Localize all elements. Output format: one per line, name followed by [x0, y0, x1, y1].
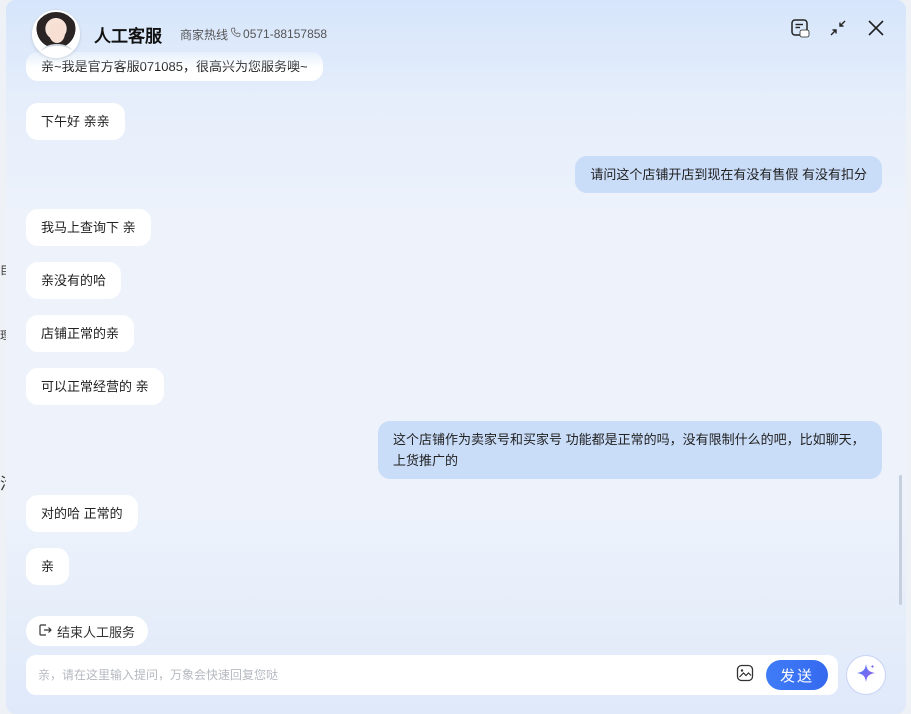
message-input[interactable] [26, 655, 734, 695]
agent-message: 店铺正常的亲 [26, 315, 135, 352]
chat-title: 人工客服 [94, 26, 162, 46]
end-service-button[interactable]: 结束人工服务 [26, 616, 149, 646]
hotline-number: 0571-88157858 [243, 27, 328, 41]
feedback-button[interactable] [790, 18, 810, 43]
agent-message: 我马上查询下 亲 [26, 209, 151, 246]
hotline-label: 商家热线 [180, 27, 229, 42]
minimize-button[interactable] [828, 20, 848, 40]
end-service-label: 结束人工服务 [57, 624, 136, 640]
send-button[interactable]: 发送 [766, 660, 828, 690]
sparkle-icon [855, 662, 877, 689]
message-list: 亲~我是官方客服071085，很高兴为您服务噢~ 下午好 亲亲 请问这个店铺开店… [6, 50, 906, 618]
close-button[interactable] [866, 19, 886, 42]
chat-header: 人工客服 商家热线 0571-88157858 [6, 0, 906, 68]
image-icon [736, 664, 754, 687]
minimize-icon [829, 19, 847, 42]
merchant-hotline: 商家热线 0571-88157858 [180, 26, 327, 43]
agent-message: 下午好 亲亲 [26, 103, 125, 140]
agent-message: 对的哈 正常的 [26, 495, 138, 532]
agent-message: 亲 [26, 548, 70, 585]
message-scrollbar[interactable] [899, 475, 902, 605]
feedback-icon [790, 18, 810, 43]
ai-assistant-button[interactable] [846, 655, 886, 695]
message-input-box: 发送 [26, 655, 838, 695]
agent-avatar [32, 10, 80, 58]
image-button[interactable] [734, 664, 756, 686]
agent-message: 可以正常经营的 亲 [26, 368, 164, 405]
user-message: 请问这个店铺开店到现在有没有售假 有没有扣分 [575, 156, 882, 193]
exit-icon [38, 623, 52, 640]
phone-icon [230, 27, 241, 41]
agent-message: 亲没有的哈 [26, 262, 122, 299]
close-icon [867, 19, 885, 42]
user-message: 这个店铺作为卖家号和买家号 功能都是正常的吗，没有限制什么的吧，比如聊天，上货推… [378, 421, 882, 479]
customer-service-window: 人工客服 商家热线 0571-88157858 下午好 亲亲 请问这个店铺开店到… [6, 0, 906, 714]
